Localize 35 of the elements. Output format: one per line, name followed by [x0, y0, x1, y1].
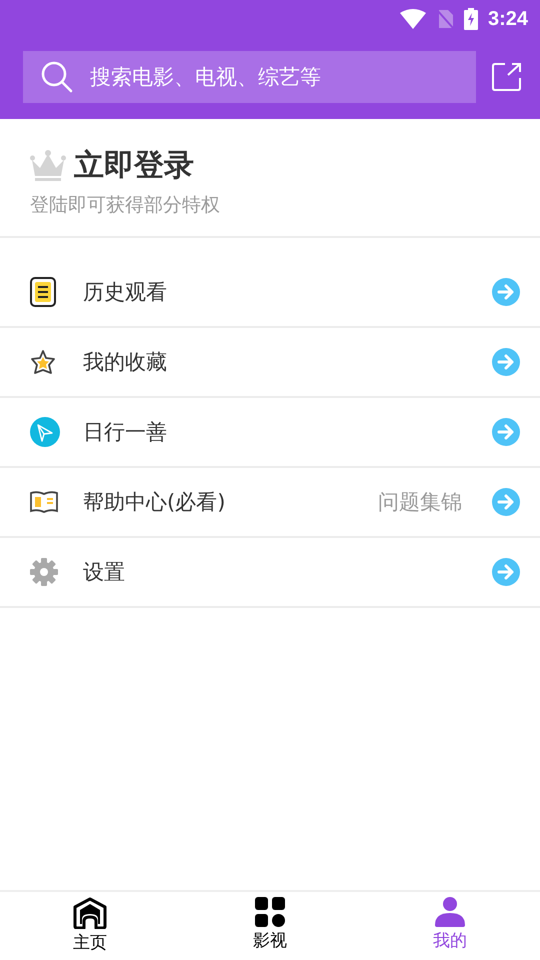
list-icon: [30, 277, 56, 307]
menu-item[interactable]: 日行一善: [0, 398, 540, 468]
arrow-right-icon: [492, 558, 520, 586]
nav-tab[interactable]: 我的: [360, 892, 540, 960]
login-title[interactable]: 立即登录: [74, 145, 194, 186]
status-time: 3:24: [488, 8, 528, 30]
menu-item[interactable]: 帮助中心(必看) 问题集锦: [0, 468, 540, 538]
menu-label: 帮助中心(必看): [83, 489, 226, 516]
book-icon: [30, 491, 58, 513]
share-icon[interactable]: [492, 62, 522, 92]
menu-label: 设置: [83, 559, 126, 586]
settings-icon: [30, 558, 58, 586]
menu-item[interactable]: 我的收藏: [0, 328, 540, 398]
arrow-right-icon: [492, 348, 520, 376]
crown-icon: [30, 150, 66, 182]
wifi-icon: [400, 9, 426, 29]
menu-label: 日行一善: [83, 419, 168, 446]
menu-label: 我的收藏: [83, 349, 168, 376]
nav-tab[interactable]: 影视: [180, 892, 360, 960]
arrow-right-icon: [492, 488, 520, 516]
home-icon: [73, 897, 107, 929]
grid-icon: [255, 897, 285, 927]
menu-label: 历史观看: [83, 279, 168, 306]
login-subtitle: 登陆即可获得部分特权: [30, 193, 221, 218]
battery-icon: [464, 8, 478, 30]
search-field[interactable]: 搜索电影、电视、综艺等: [23, 51, 476, 103]
person-icon: [435, 897, 465, 927]
menu-note: 问题集锦: [378, 489, 462, 516]
arrow-right-icon: [492, 418, 520, 446]
menu-item[interactable]: 设置: [0, 538, 540, 608]
arrow-right-icon: [492, 278, 520, 306]
menu-item[interactable]: 历史观看: [0, 258, 540, 328]
paper-plane-icon: [30, 417, 60, 447]
nav-tab[interactable]: 主页: [0, 892, 180, 960]
star-icon: [30, 349, 56, 375]
